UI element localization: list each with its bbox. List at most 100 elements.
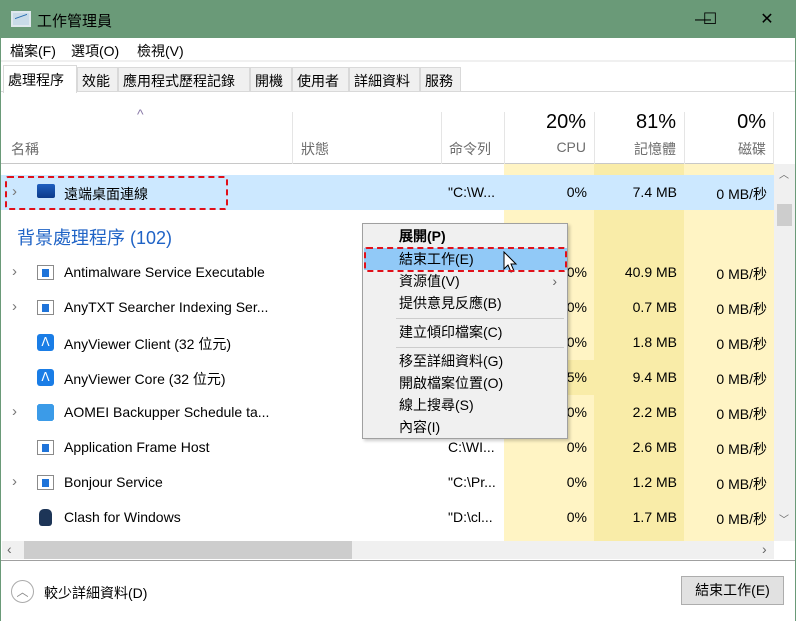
menu-separator	[396, 347, 564, 348]
menu-file[interactable]: 檔案(F)	[10, 41, 56, 61]
footer: ︿ 較少詳細資料(D) 結束工作(E)	[1, 560, 795, 621]
column-status[interactable]: 狀態	[301, 139, 329, 159]
tab-startup[interactable]: 開機	[250, 67, 292, 92]
window-app-icon	[37, 440, 54, 455]
scroll-up-icon[interactable]: ︿	[779, 166, 789, 181]
tab-users[interactable]: 使用者	[292, 67, 349, 92]
process-disk: 0 MB/秒	[716, 406, 767, 422]
submenu-arrow-icon: ›	[552, 273, 557, 289]
process-memory: 2.6 MB	[632, 439, 677, 455]
fewer-details-link[interactable]: 較少詳細資料(D)	[44, 583, 147, 603]
process-command: "C:\W...	[448, 184, 495, 200]
annotation-box-end-task	[364, 247, 567, 272]
process-memory: 9.4 MB	[632, 369, 677, 385]
expand-chevron-icon[interactable]: ›	[12, 473, 17, 490]
tab-app-history[interactable]: 應用程式歷程記錄	[118, 67, 250, 92]
menu-options[interactable]: 選項(O)	[71, 41, 119, 61]
clash-cat-icon	[39, 509, 52, 526]
tab-performance[interactable]: 效能	[77, 67, 118, 92]
vertical-scroll-thumb[interactable]	[777, 204, 792, 226]
annotation-box-process	[5, 176, 228, 210]
process-command: "C:\Pr...	[448, 474, 496, 490]
process-memory: 1.2 MB	[632, 474, 677, 490]
horizontal-scrollbar[interactable]: ‹ ›	[2, 541, 774, 559]
close-button[interactable]: ✕	[744, 1, 790, 38]
process-disk: 0 MB/秒	[716, 511, 767, 527]
process-memory: 0.7 MB	[632, 299, 677, 315]
column-disk[interactable]: 磁碟	[684, 139, 766, 159]
process-name: Clash for Windows	[64, 509, 181, 525]
tab-processes[interactable]: 處理程序	[3, 65, 77, 93]
process-name: Bonjour Service	[64, 474, 163, 490]
process-disk: 0 MB/秒	[716, 336, 767, 352]
sort-arrow-icon: ^	[137, 106, 144, 122]
task-manager-icon	[11, 11, 31, 27]
scroll-down-icon[interactable]: ﹀	[779, 511, 789, 526]
process-row[interactable]: › Bonjour Service "C:\Pr... 0% 1.2 MB 0 MB/秒	[1, 465, 774, 500]
aomei-icon	[37, 404, 54, 421]
window-app-icon	[37, 475, 54, 490]
process-disk: 0 MB/秒	[716, 441, 767, 457]
process-disk: 0 MB/秒	[716, 266, 767, 282]
memory-percent: 81%	[635, 111, 676, 133]
window-app-icon	[37, 300, 54, 315]
column-cpu[interactable]: CPU	[504, 139, 586, 155]
menu-item-properties[interactable]: 內容(I)	[364, 416, 567, 438]
column-header: ^ 名稱 狀態 命令列 20% CPU 81% 記憶體 0% 磁碟	[1, 92, 774, 164]
expand-chevron-icon[interactable]: ›	[12, 403, 17, 420]
menu-item-expand[interactable]: 展開(P)	[364, 225, 567, 247]
tab-services[interactable]: 服務	[420, 67, 461, 92]
menu-view[interactable]: 檢視(V)	[137, 41, 184, 61]
tab-details[interactable]: 詳細資料	[349, 67, 420, 92]
process-memory: 1.8 MB	[632, 334, 677, 350]
process-memory: 1.7 MB	[632, 509, 677, 525]
vertical-scrollbar[interactable]: ︿ ﹀	[774, 164, 795, 541]
process-disk: 0 MB/秒	[716, 186, 767, 202]
window-title: 工作管理員	[37, 13, 113, 30]
anyviewer-icon: ᐱ	[37, 334, 54, 351]
process-disk: 0 MB/秒	[716, 476, 767, 492]
process-disk: 0 MB/秒	[716, 371, 767, 387]
process-cpu: 0%	[566, 474, 587, 490]
menu-item-create-dump[interactable]: 建立傾印檔案(C)	[364, 321, 567, 343]
process-command: C:\WI...	[448, 439, 495, 455]
window-app-icon	[37, 265, 54, 280]
title-bar[interactable]: 工作管理員 — ☐ ✕	[1, 1, 795, 38]
process-cpu: 0%	[566, 439, 587, 455]
process-row[interactable]: Clash for Windows "D:\cl... 0% 1.7 MB 0 MB/秒	[1, 500, 774, 535]
process-cpu: 0%	[566, 509, 587, 525]
disk-percent: 0%	[737, 111, 766, 133]
process-cpu: 0%	[566, 184, 587, 200]
scroll-right-icon[interactable]: ›	[762, 541, 767, 557]
menu-item-label: 資源值(V)	[399, 273, 460, 289]
process-name: AOMEI Backupper Schedule ta...	[64, 404, 270, 420]
process-name: AnyViewer Client (32 位元)	[64, 336, 232, 352]
process-name: Antimalware Service Executable	[64, 264, 265, 280]
horizontal-scroll-thumb[interactable]	[24, 541, 352, 559]
menu-item-open-file-location[interactable]: 開啟檔案位置(O)	[364, 372, 567, 394]
tab-bar: 處理程序 效能 應用程式歷程記錄 開機 使用者 詳細資料 服務	[1, 64, 795, 93]
process-command: "D:\cl...	[448, 509, 493, 525]
process-memory: 7.4 MB	[632, 184, 677, 200]
menu-item-resource-values[interactable]: 資源值(V) ›	[364, 270, 567, 292]
end-task-button[interactable]: 結束工作(E)	[681, 576, 784, 605]
collapse-circle-icon[interactable]: ︿	[11, 580, 34, 603]
expand-chevron-icon[interactable]: ›	[12, 298, 17, 315]
task-manager-window: 工作管理員 — ☐ ✕ 檔案(F) 選項(O) 檢視(V) 處理程序 效能 應用…	[0, 0, 796, 621]
process-name: Application Frame Host	[64, 439, 210, 455]
column-command[interactable]: 命令列	[449, 139, 491, 159]
menu-separator	[396, 318, 564, 319]
process-disk: 0 MB/秒	[716, 301, 767, 317]
process-name: AnyViewer Core (32 位元)	[64, 371, 226, 387]
maximize-button[interactable]: ☐	[687, 1, 733, 38]
process-name: AnyTXT Searcher Indexing Ser...	[64, 299, 269, 315]
menu-item-go-to-details[interactable]: 移至詳細資料(G)	[364, 350, 567, 372]
menu-item-feedback[interactable]: 提供意見反應(B)	[364, 292, 567, 314]
column-memory[interactable]: 記憶體	[594, 139, 676, 159]
expand-chevron-icon[interactable]: ›	[12, 263, 17, 280]
menu-item-search-online[interactable]: 線上搜尋(S)	[364, 394, 567, 416]
anyviewer-icon: ᐱ	[37, 369, 54, 386]
column-name[interactable]: 名稱	[11, 139, 39, 159]
scroll-left-icon[interactable]: ‹	[7, 541, 12, 557]
group-header-background[interactable]: 背景處理程序 (102)	[17, 224, 172, 250]
